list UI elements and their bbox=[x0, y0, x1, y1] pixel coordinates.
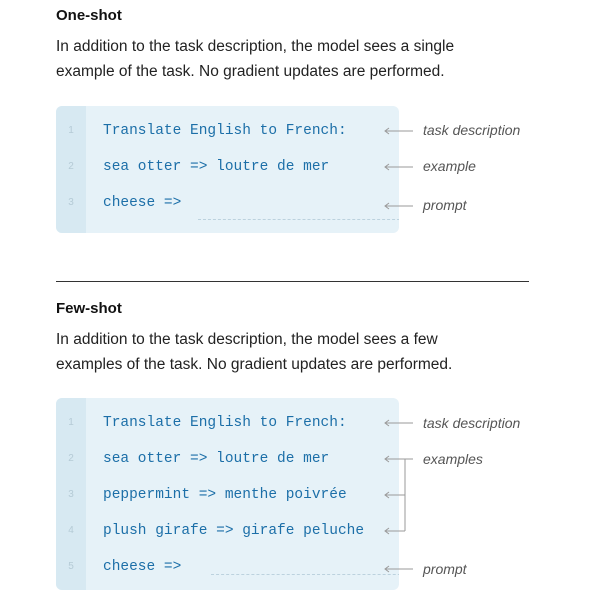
line-number: 4 bbox=[68, 525, 74, 536]
section-divider bbox=[56, 281, 529, 282]
task-description-annotation: task description bbox=[423, 122, 521, 138]
code-line: 1 Translate English to French: bbox=[56, 413, 399, 433]
code-line: 3 cheese => bbox=[56, 193, 399, 213]
prompt-annotation: prompt bbox=[423, 561, 467, 577]
code-line: 2 sea otter => loutre de mer bbox=[56, 157, 399, 177]
few-shot-section: Few-shot bbox=[56, 300, 536, 318]
one-shot-code-block: 1 Translate English to French: 2 sea ott… bbox=[56, 106, 399, 233]
line-number: 5 bbox=[68, 561, 74, 572]
example-code: sea otter => loutre de mer bbox=[103, 451, 330, 467]
few-shot-description-line-2: examples of the task. No gradient update… bbox=[56, 356, 453, 373]
prompt-blank bbox=[198, 219, 399, 220]
task-description-code: Translate English to French: bbox=[103, 415, 347, 431]
code-line: 2 sea otter => loutre de mer bbox=[56, 449, 399, 469]
prompt-code: cheese => bbox=[103, 195, 182, 211]
example-annotation: example bbox=[423, 158, 476, 174]
line-number: 3 bbox=[68, 489, 74, 500]
few-shot-title: Few-shot bbox=[56, 300, 122, 317]
few-shot-code-block: 1 Translate English to French: 2 sea ott… bbox=[56, 398, 399, 590]
one-shot-title: One-shot bbox=[56, 7, 122, 24]
line-number: 2 bbox=[68, 453, 74, 464]
example-code: plush girafe => girafe peluche bbox=[103, 523, 365, 539]
line-number: 2 bbox=[68, 161, 74, 172]
prompt-blank bbox=[211, 574, 399, 575]
prompt-code: cheese => bbox=[103, 559, 182, 575]
line-number: 1 bbox=[68, 125, 74, 136]
one-shot-description-line-1: In addition to the task description, the… bbox=[56, 38, 455, 55]
task-description-code: Translate English to French: bbox=[103, 123, 347, 139]
few-shot-description-line-1: In addition to the task description, the… bbox=[56, 331, 438, 348]
line-number: 1 bbox=[68, 417, 74, 428]
example-code: sea otter => loutre de mer bbox=[103, 159, 330, 175]
code-line: 1 Translate English to French: bbox=[56, 121, 399, 141]
line-number: 3 bbox=[68, 197, 74, 208]
code-line: 3 peppermint => menthe poivrée bbox=[56, 485, 399, 505]
example-code: peppermint => menthe poivrée bbox=[103, 487, 347, 503]
task-description-annotation: task description bbox=[423, 415, 521, 431]
one-shot-description-line-2: example of the task. No gradient updates… bbox=[56, 63, 445, 80]
few-shot-description: In addition to the task description, the… bbox=[56, 327, 536, 377]
prompt-annotation: prompt bbox=[423, 197, 467, 213]
one-shot-section: One-shot bbox=[56, 7, 536, 25]
one-shot-description: In addition to the task description, the… bbox=[56, 34, 536, 84]
code-line: 4 plush girafe => girafe peluche bbox=[56, 521, 399, 541]
examples-annotation: examples bbox=[423, 451, 483, 467]
